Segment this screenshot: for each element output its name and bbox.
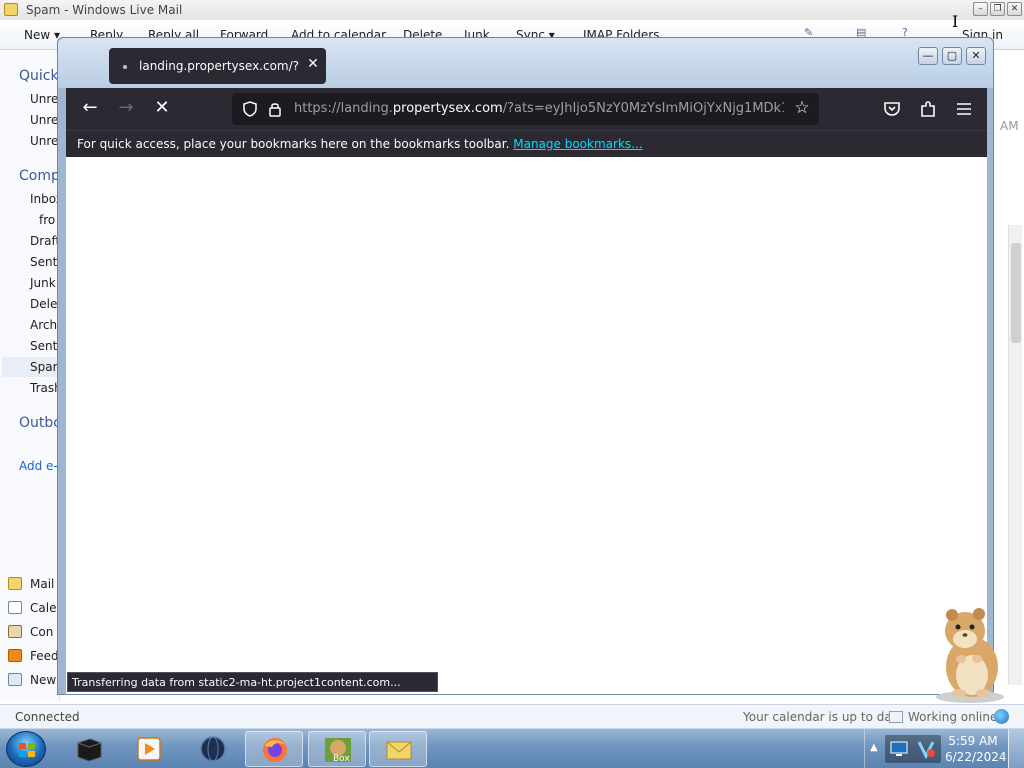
firefox-window: landing.propertysex.com/?ats= ✕ — — ▢ ✕ …	[57, 37, 994, 695]
box-app-label: Box	[333, 754, 350, 764]
new-button[interactable]: New ▾	[24, 28, 60, 42]
windows-logo-icon	[19, 743, 35, 757]
firefox-title-frame: landing.propertysex.com/?ats= ✕ — — ▢ ✕	[58, 38, 993, 88]
hamburger-menu-icon[interactable]	[952, 97, 976, 121]
firefox-close-button[interactable]: ✕	[966, 47, 986, 65]
browser-tab[interactable]: landing.propertysex.com/?ats= ✕	[109, 48, 326, 84]
url-text[interactable]: https://landing.propertysex.com/?ats=eyJ…	[294, 101, 784, 116]
loading-status-panel: Transferring data from static2-ma-ht.pro…	[67, 672, 438, 692]
mail-folder-pane: Quick Unrea Unrea Unrea Comp Inbox fro D…	[0, 51, 60, 701]
manage-bookmarks-link[interactable]: Manage bookmarks...	[513, 137, 642, 151]
nav-calendar[interactable]: Cale	[8, 601, 56, 615]
show-desktop-button[interactable]	[1008, 729, 1024, 768]
firefox-navigation-toolbar: ← → ✕ https://landing.propertysex.com/?a…	[66, 88, 987, 130]
tray-separator	[864, 729, 865, 768]
folder-from[interactable]: fro	[39, 213, 55, 227]
taskbar-app-windows-live-mail[interactable]	[369, 731, 427, 767]
bookmarks-toolbar: For quick access, place your bookmarks h…	[66, 130, 987, 157]
folder-sent[interactable]: Sent	[30, 255, 57, 269]
message-time-fragment: AM	[1000, 119, 1019, 133]
folder-unread-contacts[interactable]: Unrea	[30, 113, 59, 127]
tab-loading-icon	[123, 65, 127, 69]
network-monitor-icon[interactable]	[889, 740, 909, 758]
mail-app-icon	[4, 3, 18, 16]
newsgroups-icon	[8, 673, 22, 686]
firefox-icon	[263, 738, 287, 762]
bookmarks-hint: For quick access, place your bookmarks h…	[77, 137, 643, 151]
folder-junk[interactable]: Junk	[30, 276, 56, 290]
add-email-account-link[interactable]: Add e-	[19, 459, 58, 473]
outbox-header[interactable]: Outbo	[19, 415, 59, 431]
windows-taskbar: Box ▲ 5:59 AM 6/22/2024	[0, 728, 1024, 768]
mail-window-title: Spam - Windows Live Mail	[26, 3, 183, 17]
clock-date[interactable]: 6/22/2024	[945, 750, 1007, 764]
start-button[interactable]	[6, 731, 46, 767]
taskbar-app-firefox[interactable]	[245, 731, 303, 767]
tab-title: landing.propertysex.com/?ats=	[139, 59, 299, 73]
mail-scrollbar[interactable]	[1008, 225, 1022, 685]
account-header[interactable]: Comp	[19, 168, 59, 184]
extensions-puzzle-icon[interactable]	[916, 97, 940, 121]
hamster-gadget-image[interactable]	[925, 605, 1010, 705]
media-player-icon	[137, 737, 161, 761]
page-content-area[interactable]: Transferring data from static2-ma-ht.pro…	[66, 157, 987, 694]
taskbar-app-terminal[interactable]	[60, 731, 118, 767]
windows-live-mail-icon	[386, 741, 412, 760]
calendar-icon	[8, 601, 22, 614]
new-tab-icon[interactable]: —	[338, 58, 354, 72]
padlock-icon[interactable]	[268, 101, 282, 117]
mail-minimize-button[interactable]: –	[973, 2, 988, 16]
mail-icon	[8, 577, 22, 590]
nav-feeds[interactable]: Feed	[8, 649, 59, 663]
folder-archive[interactable]: Archi	[30, 318, 59, 332]
nav-mail[interactable]: Mail	[8, 577, 54, 591]
stop-loading-icon[interactable]: ✕	[150, 97, 174, 121]
notification-area-icons[interactable]	[885, 735, 941, 763]
connection-status: Connected	[15, 710, 80, 724]
loading-status-text: Transferring data from static2-ma-ht.pro…	[72, 676, 401, 689]
bookmark-star-icon[interactable]: ☆	[792, 98, 812, 118]
folder-deleted[interactable]: Delet	[30, 297, 59, 311]
folder-inbox[interactable]: Inbox	[30, 192, 59, 206]
nav-contacts[interactable]: Con	[8, 625, 53, 639]
mail-status-bar: Connected Your calendar is up to date Wo…	[0, 704, 1024, 728]
taskbar-app-box[interactable]: Box	[308, 731, 366, 767]
folder-unread-feeds[interactable]: Unrea	[30, 134, 59, 148]
taskbar-app-browser[interactable]	[184, 731, 242, 767]
contacts-icon	[8, 625, 22, 638]
black-box-app-icon	[77, 738, 102, 762]
tracking-protection-shield-icon[interactable]	[242, 101, 258, 117]
mail-restore-button[interactable]: ❐	[990, 2, 1005, 16]
show-hidden-icons-arrow-icon[interactable]: ▲	[870, 742, 878, 753]
rss-feed-icon	[8, 649, 22, 662]
folder-sent-2[interactable]: Sent	[30, 339, 57, 353]
mail-close-button[interactable]: ✕	[1007, 2, 1022, 16]
pocket-icon[interactable]	[880, 97, 904, 121]
calendar-status: Your calendar is up to date	[743, 710, 904, 724]
dark-globe-icon	[200, 736, 226, 762]
quick-views-header[interactable]: Quick	[19, 68, 59, 84]
globe-icon	[994, 709, 1009, 724]
mail-titlebar: Spam - Windows Live Mail – ❐ ✕	[0, 0, 1024, 20]
firefox-minimize-button[interactable]: —	[918, 47, 938, 65]
nav-newsgroups[interactable]: New	[8, 673, 56, 687]
tab-close-icon[interactable]: ✕	[305, 56, 321, 74]
folder-trash[interactable]: Trash	[30, 381, 59, 395]
firefox-maximize-button[interactable]: ▢	[942, 47, 962, 65]
calendar-status-icon	[889, 711, 903, 723]
back-arrow-icon[interactable]: ←	[78, 97, 102, 121]
folder-spam[interactable]: Spam	[30, 360, 59, 374]
taskbar-app-media-player[interactable]	[120, 731, 178, 767]
online-status[interactable]: Working online	[908, 710, 997, 724]
folder-drafts[interactable]: Draft	[30, 234, 59, 248]
forward-arrow-icon[interactable]: →	[114, 97, 138, 121]
clock-time[interactable]: 5:59 AM	[947, 734, 999, 748]
text-cursor-icon: I	[952, 12, 959, 31]
windows-live-messenger-icon[interactable]	[915, 739, 937, 759]
url-bar[interactable]: https://landing.propertysex.com/?ats=eyJ…	[232, 93, 819, 125]
folder-unread-mail[interactable]: Unrea	[30, 92, 59, 106]
mail-scrollbar-thumb[interactable]	[1011, 243, 1021, 343]
